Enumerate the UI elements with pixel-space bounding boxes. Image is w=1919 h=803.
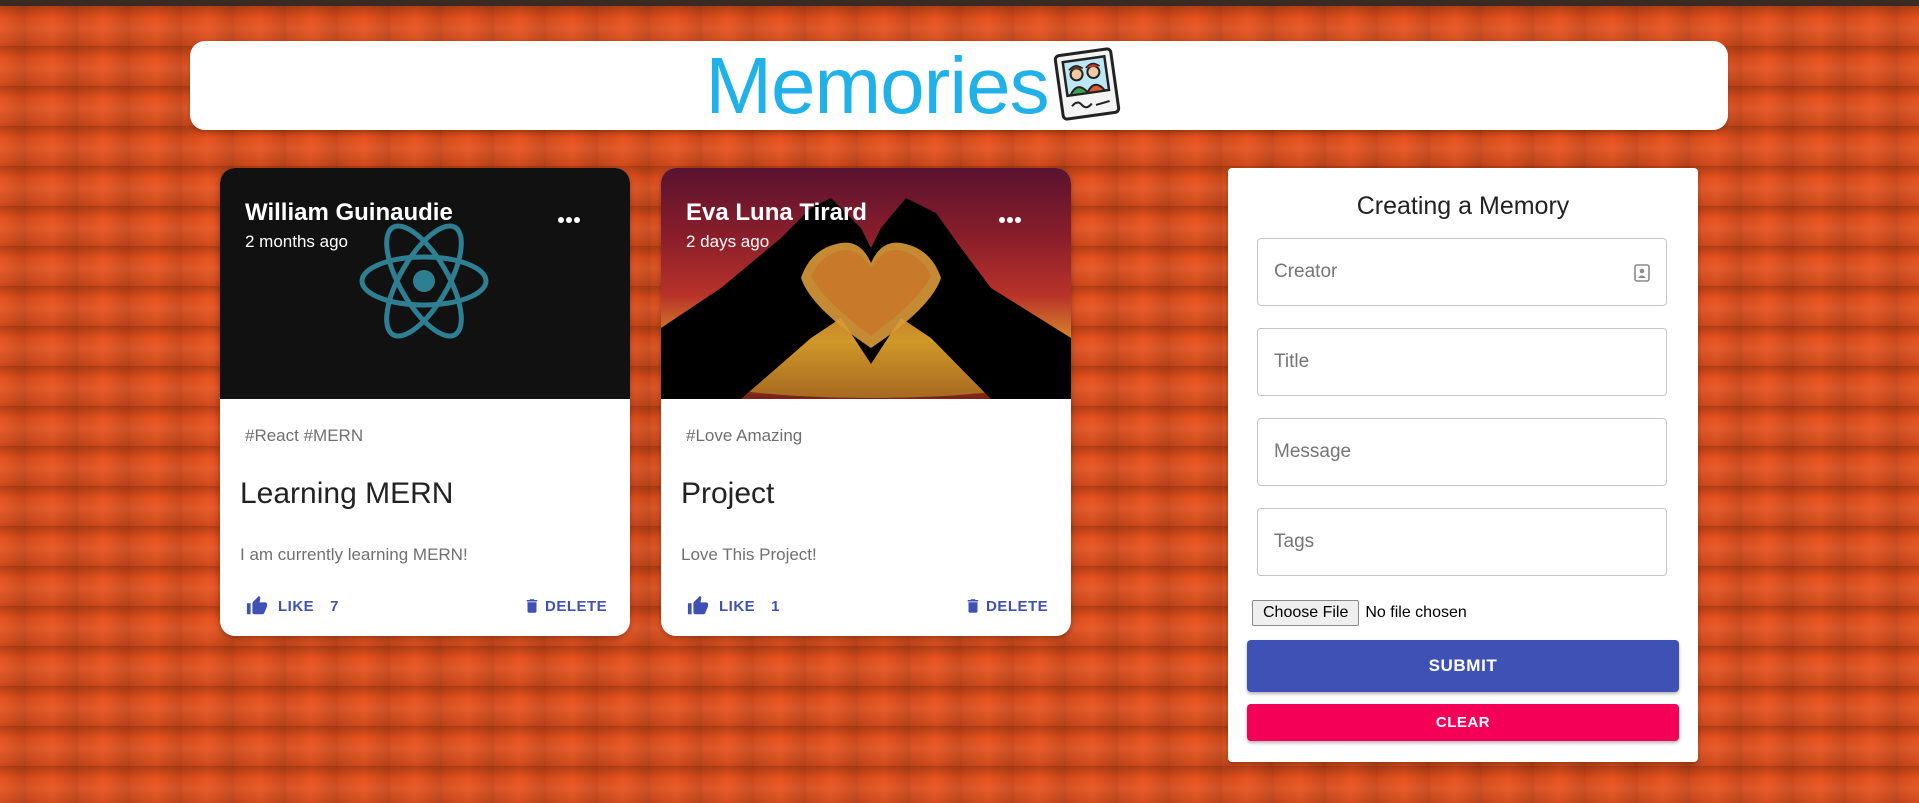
memory-form: Creating a Memory Choose File No file ch… <box>1228 168 1698 762</box>
like-label: LIKE <box>278 597 315 615</box>
post-card: William Guinaudie 2 months ago #React #M… <box>220 168 630 636</box>
thumb-up-icon <box>246 595 268 615</box>
app-bar: Memories <box>190 41 1728 130</box>
like-count: 1 <box>771 597 781 615</box>
post-message: I am currently learning MERN! <box>240 545 468 564</box>
like-label: LIKE <box>719 597 756 615</box>
like-count: 7 <box>330 597 340 615</box>
trash-icon <box>526 599 538 613</box>
post-message: Love This Project! <box>681 545 817 564</box>
like-button[interactable]: LIKE 7 <box>246 594 339 618</box>
title-input[interactable] <box>1258 329 1634 395</box>
title-field <box>1257 328 1667 396</box>
delete-button[interactable]: DELETE <box>523 594 607 618</box>
clear-button[interactable]: CLEAR <box>1247 704 1679 741</box>
post-time: 2 days ago <box>686 232 770 251</box>
creator-input[interactable] <box>1258 239 1634 305</box>
post-header: William Guinaudie 2 months ago <box>245 198 453 252</box>
post-time: 2 months ago <box>245 232 349 251</box>
tags-field <box>1257 508 1667 576</box>
like-button[interactable]: LIKE 1 <box>687 594 780 618</box>
trash-icon <box>967 599 979 613</box>
file-input: Choose File No file chosen <box>1252 600 1467 626</box>
post-title: Learning MERN <box>240 477 454 510</box>
message-field <box>1257 418 1667 486</box>
app-title: Memories <box>705 40 1049 130</box>
thumb-up-icon <box>687 595 709 615</box>
contact-card-icon <box>1634 264 1650 282</box>
creator-field <box>1257 238 1667 306</box>
memories-photo-icon <box>1053 46 1120 121</box>
form-heading: Creating a Memory <box>1356 192 1570 220</box>
post-tags: #Love Amazing <box>686 426 803 445</box>
post-creator: Eva Luna Tirard <box>686 199 867 226</box>
tags-input[interactable] <box>1258 509 1634 575</box>
choose-file-button[interactable]: Choose File <box>1252 600 1360 626</box>
delete-button[interactable]: DELETE <box>964 594 1048 618</box>
delete-label: DELETE <box>545 597 608 615</box>
post-title: Project <box>681 477 775 510</box>
post-creator: William Guinaudie <box>245 199 453 226</box>
post-card: Eva Luna Tirard 2 days ago #Love Amazing… <box>661 168 1071 636</box>
more-options-icon[interactable] <box>992 210 1028 230</box>
more-options-icon[interactable] <box>551 210 587 230</box>
submit-button[interactable]: SUBMIT <box>1247 640 1679 692</box>
message-input[interactable] <box>1258 419 1634 485</box>
top-edge <box>0 0 1919 6</box>
delete-label: DELETE <box>986 597 1049 615</box>
file-status: No file chosen <box>1365 604 1467 621</box>
post-header: Eva Luna Tirard 2 days ago <box>686 198 867 252</box>
post-tags: #React #MERN <box>245 426 364 445</box>
